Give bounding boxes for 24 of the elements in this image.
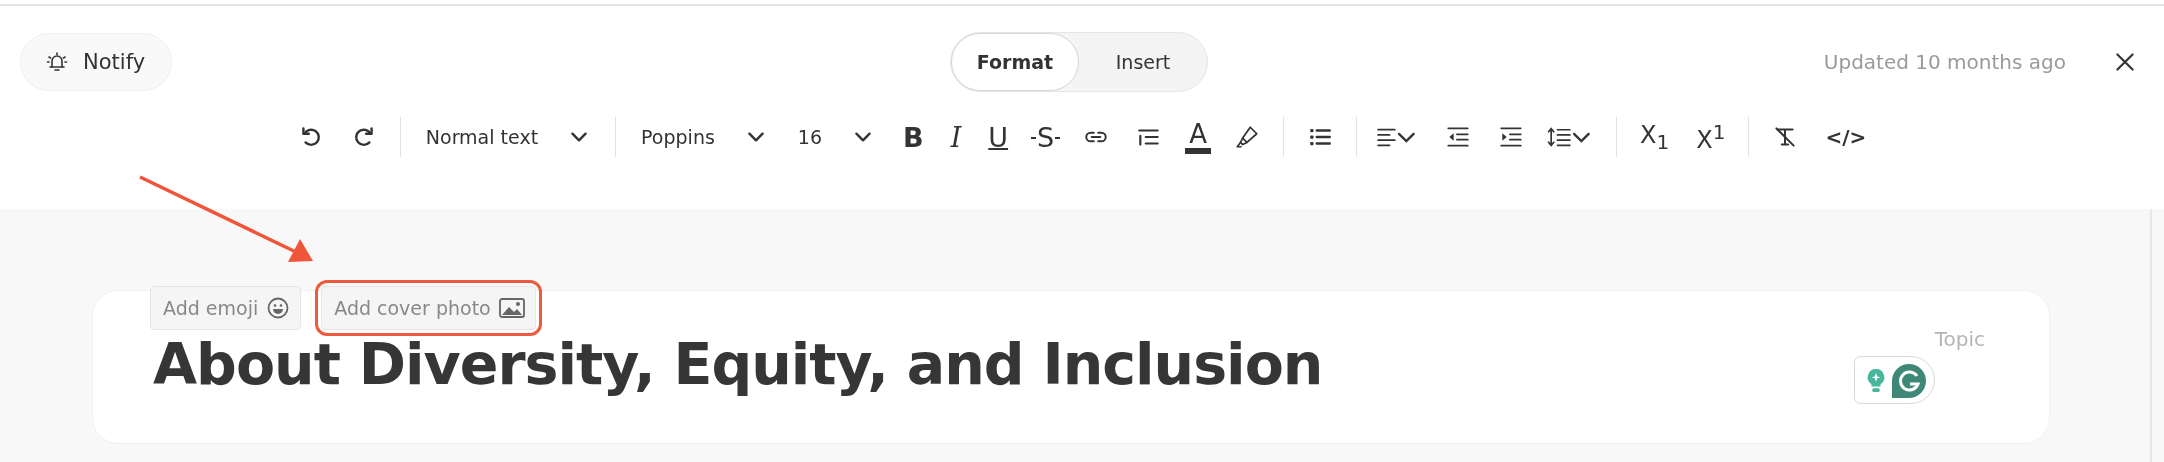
grammarly-logo-icon: [1891, 363, 1927, 399]
dropdown[interactable]: 16: [791, 126, 881, 148]
grammarly-widget[interactable]: [1854, 356, 1935, 404]
image-icon: [498, 298, 525, 318]
page-title[interactable]: About Diversity, Equity, and Inclusion: [153, 330, 1323, 399]
italic-button[interactable]: I: [946, 123, 966, 151]
dropdown[interactable]: Poppins: [635, 126, 773, 148]
subscript-button[interactable]: X$_{1}$: [1636, 122, 1674, 152]
code-button[interactable]: </>: [1821, 127, 1871, 147]
mode-tab[interactable]: Insert: [1079, 33, 1207, 91]
smiley-icon: [266, 296, 291, 320]
notify-button[interactable]: Notify: [20, 33, 173, 91]
dropdown[interactable]: Normal text: [419, 126, 597, 148]
bold-button[interactable]: B: [899, 123, 928, 151]
text-color-button[interactable]: A: [1185, 120, 1211, 154]
mode-tab[interactable]: Format: [951, 33, 1079, 91]
updated-text: Updated 10 months ago: [1823, 50, 2066, 74]
highlighter-icon[interactable]: [1234, 124, 1260, 150]
underline-button[interactable]: U: [984, 123, 1013, 151]
lightbulb-icon: [1865, 367, 1887, 395]
outdent-icon[interactable]: [1445, 124, 1471, 150]
bell-icon: [45, 50, 69, 74]
indent-icon[interactable]: [1498, 124, 1524, 150]
superscript-button[interactable]: X$^{1}$: [1692, 122, 1730, 152]
